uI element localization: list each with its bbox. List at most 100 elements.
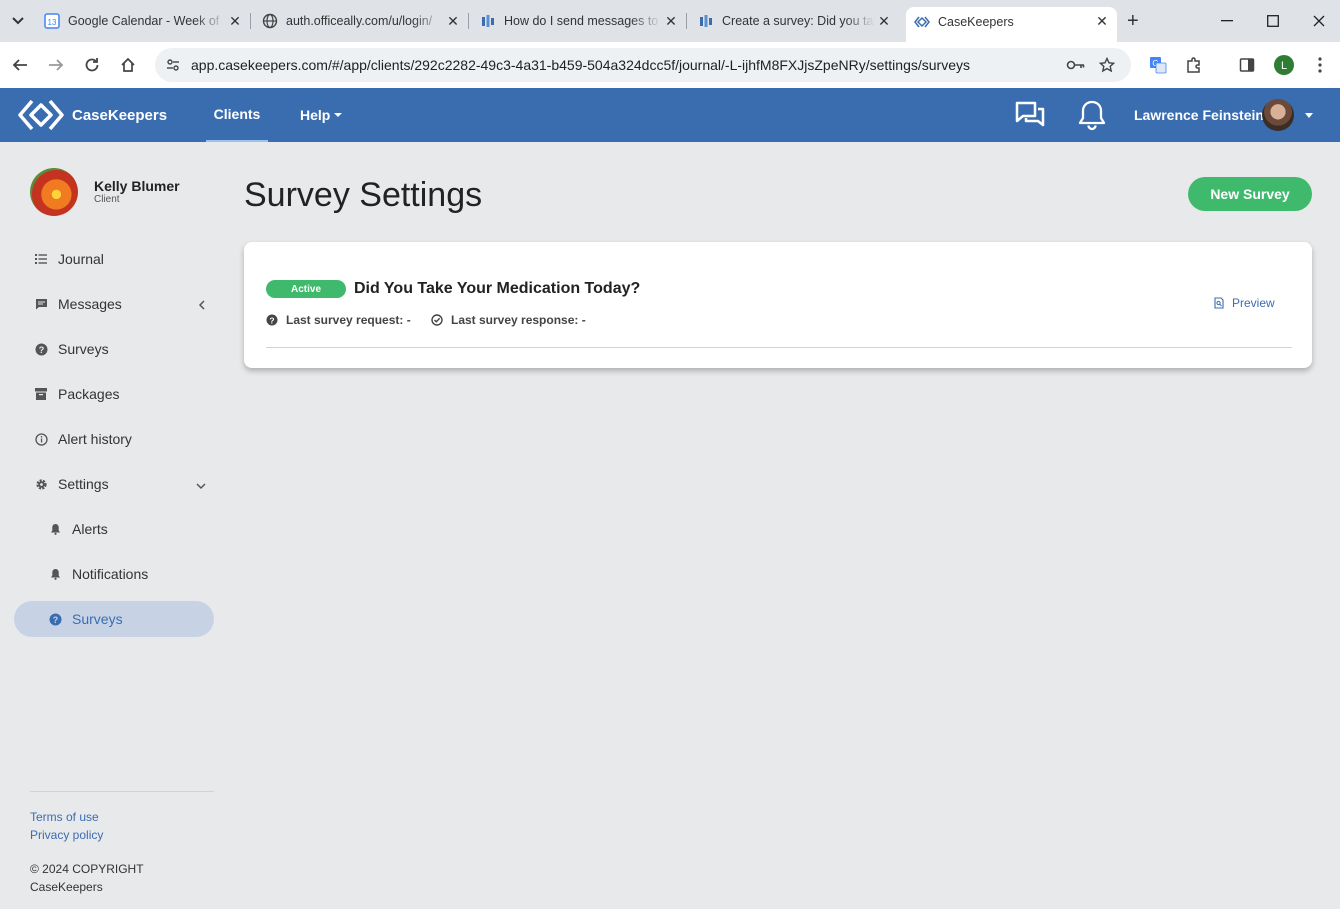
client-name: Kelly Blumer (94, 178, 180, 194)
casekeepers-icon (914, 14, 930, 30)
home-icon[interactable] (116, 53, 140, 77)
chevron-down-icon (196, 477, 206, 493)
last-request-text: Last survey request: - (286, 313, 411, 327)
bell-icon[interactable] (1076, 99, 1108, 136)
caret-down-icon (334, 113, 343, 117)
maximize-icon[interactable] (1258, 8, 1288, 34)
reload-icon[interactable] (80, 53, 104, 77)
svg-text:?: ? (269, 315, 274, 325)
tab-create-survey[interactable]: Create a survey: Did you take ✕ (698, 7, 893, 35)
close-icon[interactable]: ✕ (662, 13, 680, 30)
tab-search-chevron-icon[interactable] (6, 9, 30, 33)
chat-bubbles-icon[interactable] (1014, 100, 1046, 135)
sidebar-item-label: Journal (58, 251, 104, 267)
minimize-icon[interactable] (1212, 8, 1242, 34)
archive-icon (34, 387, 48, 401)
tab-title: Google Calendar - Week of (68, 14, 220, 28)
tab-casekeepers[interactable]: CaseKeepers ✕ (906, 7, 1117, 42)
forward-arrow-icon[interactable] (44, 53, 68, 77)
user-menu-caret-icon[interactable] (1305, 113, 1313, 118)
sidebar-item-label: Notifications (72, 566, 149, 582)
status-badge: Active (266, 280, 346, 298)
browser-menu-icon[interactable] (1308, 53, 1332, 77)
tab-title: How do I send messages to (504, 14, 659, 28)
close-icon[interactable]: ✕ (875, 13, 893, 30)
sidebar-item-label: Surveys (72, 611, 123, 627)
user-name[interactable]: Lawrence Feinstein (1134, 107, 1264, 123)
chevron-left-icon (198, 297, 206, 313)
copyright-line-1: © 2024 COPYRIGHT (30, 862, 144, 876)
sidebar-item-settings[interactable]: Settings (14, 466, 214, 502)
client-role: Client (94, 194, 120, 205)
svg-text:?: ? (38, 345, 44, 355)
info-circle-icon (34, 432, 48, 446)
privacy-policy-link[interactable]: Privacy policy (30, 828, 103, 842)
profile-avatar[interactable]: L (1272, 53, 1296, 77)
nav-help-label: Help (300, 107, 331, 123)
terms-of-use-link[interactable]: Terms of use (30, 810, 99, 824)
tab-divider (686, 13, 687, 29)
helpdesk-icon (698, 13, 714, 29)
tab-divider (468, 13, 469, 29)
tab-title: CaseKeepers (938, 14, 1014, 29)
helpdesk-icon (480, 13, 496, 29)
side-panel-icon[interactable] (1235, 53, 1259, 77)
sidebar: Kelly Blumer Client Journal Messages ? S… (0, 142, 230, 909)
translate-icon[interactable]: G (1146, 53, 1170, 77)
sidebar-item-label: Settings (58, 476, 109, 492)
sidebar-item-journal[interactable]: Journal (14, 241, 214, 277)
extensions-puzzle-icon[interactable] (1182, 53, 1206, 77)
sidebar-item-notifications[interactable]: Notifications (14, 556, 214, 592)
survey-title[interactable]: Did You Take Your Medication Today? (354, 280, 640, 298)
back-arrow-icon[interactable] (8, 53, 32, 77)
nav-help[interactable]: Help (300, 88, 343, 142)
preview-button[interactable]: Preview (1214, 296, 1275, 310)
bell-icon (48, 567, 62, 581)
sidebar-item-label: Surveys (58, 341, 109, 357)
sidebar-item-alert-history[interactable]: Alert history (14, 421, 214, 457)
sidebar-item-messages[interactable]: Messages (14, 286, 214, 322)
client-avatar (30, 168, 78, 216)
address-bar[interactable]: app.casekeepers.com/#/app/clients/292c22… (155, 48, 1131, 82)
calendar-icon: 13 (44, 13, 60, 29)
sidebar-item-surveys[interactable]: ? Surveys (14, 331, 214, 367)
tab-title: auth.officeally.com/u/login/ (286, 14, 433, 28)
sidebar-item-label: Messages (58, 296, 122, 312)
sidebar-divider (30, 791, 214, 792)
close-icon[interactable]: ✕ (1093, 13, 1111, 30)
brand-name: CaseKeepers (72, 106, 168, 124)
sidebar-item-alerts[interactable]: Alerts (14, 511, 214, 547)
new-survey-button[interactable]: New Survey (1188, 177, 1312, 211)
sidebar-item-settings-surveys[interactable]: ? Surveys (14, 601, 214, 637)
browser-toolbar: app.casekeepers.com/#/app/clients/292c22… (0, 42, 1340, 88)
nav-clients[interactable]: Clients (206, 88, 268, 142)
user-avatar[interactable] (1262, 99, 1294, 131)
question-circle-icon: ? (34, 342, 48, 356)
brand-logo[interactable]: CaseKeepers (18, 97, 167, 133)
password-key-icon[interactable] (1066, 57, 1086, 78)
tab-google-calendar[interactable]: 13 Google Calendar - Week of ✕ (44, 7, 244, 35)
close-icon[interactable]: ✕ (226, 13, 244, 30)
nav-clients-label: Clients (213, 106, 261, 122)
check-circle-icon (431, 314, 443, 326)
preview-label: Preview (1232, 296, 1275, 310)
url-text: app.casekeepers.com/#/app/clients/292c22… (191, 57, 970, 73)
sidebar-item-label: Alert history (58, 431, 132, 447)
bookmark-star-icon[interactable] (1098, 56, 1116, 78)
tab-officeally[interactable]: auth.officeally.com/u/login/ ✕ (262, 7, 462, 35)
sidebar-item-label: Alerts (72, 521, 108, 537)
tab-divider (250, 13, 251, 29)
question-circle-icon: ? (266, 314, 278, 326)
browser-tab-bar: 13 Google Calendar - Week of ✕ auth.offi… (0, 0, 1340, 42)
question-circle-icon: ? (48, 612, 62, 626)
close-icon[interactable]: ✕ (444, 13, 462, 30)
site-info-icon[interactable] (165, 57, 181, 78)
tab-help-messages[interactable]: How do I send messages to ✕ (480, 7, 680, 35)
window-close-icon[interactable] (1304, 8, 1334, 34)
page-title: Survey Settings (244, 176, 483, 214)
new-tab-plus-icon[interactable]: + (1127, 10, 1139, 33)
last-response-meta: Last survey response: - (431, 313, 586, 327)
survey-card: Active Did You Take Your Medication Toda… (244, 242, 1312, 368)
last-request-meta: ? Last survey request: - (266, 313, 411, 327)
sidebar-item-packages[interactable]: Packages (14, 376, 214, 412)
